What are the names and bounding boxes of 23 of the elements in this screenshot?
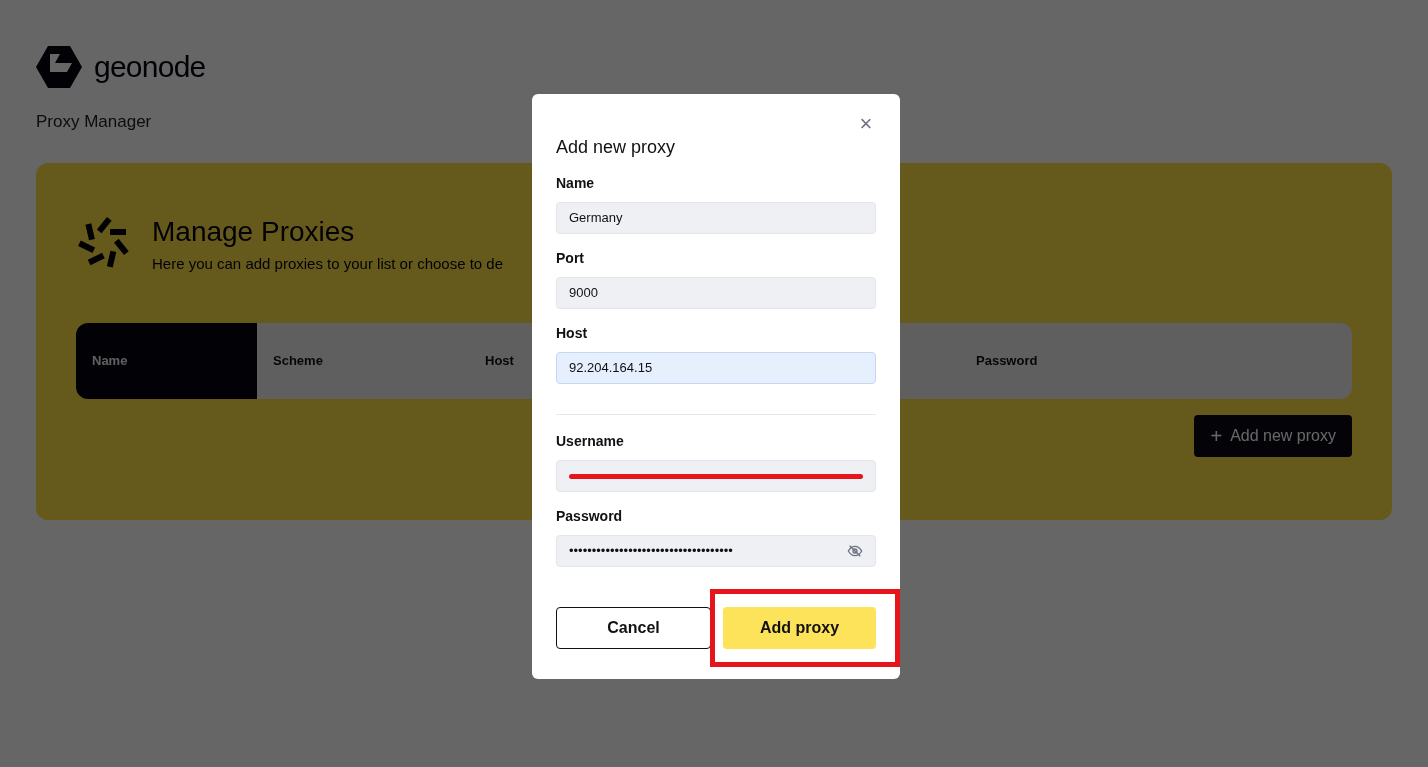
field-label: Name: [556, 174, 596, 193]
logo-icon: [36, 45, 82, 88]
field-label: Port: [556, 249, 585, 268]
cancel-button[interactable]: Cancel: [556, 607, 711, 649]
button-label: Add new proxy: [1230, 426, 1336, 446]
input-field[interactable]: 9000: [556, 277, 876, 309]
password-field[interactable]: ••••••••••••••••••••••••••••••••••••: [556, 535, 876, 567]
page-title: Proxy Manager: [36, 111, 152, 133]
brand-name: geonode: [94, 49, 206, 85]
input-field[interactable]: 92.204.164.15: [556, 352, 876, 384]
dialog-title: Add new proxy: [556, 136, 677, 159]
field-label: Password: [556, 507, 624, 526]
plus-icon: +: [1210, 426, 1223, 446]
add-new-proxy-button[interactable]: + Add new proxy: [1194, 415, 1352, 457]
field-label: Host: [556, 324, 589, 343]
input-field[interactable]: Germany: [556, 202, 876, 234]
close-button[interactable]: ×: [856, 114, 876, 134]
eye-off-icon[interactable]: [847, 543, 863, 559]
field-label: Username: [556, 432, 625, 451]
card-title: Manage Proxies: [152, 214, 356, 249]
input-field[interactable]: [556, 460, 876, 492]
card-subtitle: Here you can add proxies to your list or choose to de: [152, 253, 504, 274]
add-proxy-button[interactable]: Add proxy: [723, 607, 876, 649]
